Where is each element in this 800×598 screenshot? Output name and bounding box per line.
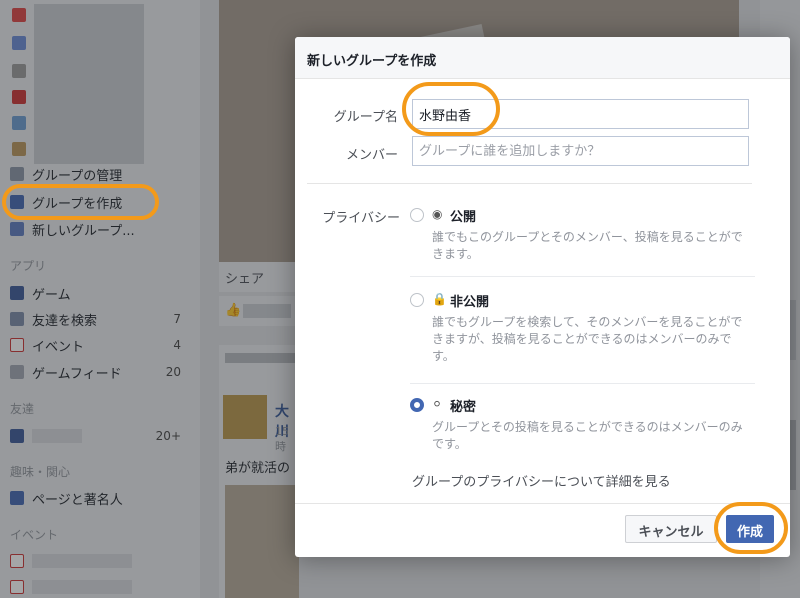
globe-icon: ◉: [432, 207, 443, 221]
privacy-option-desc: グループとその投稿を見ることができるのはメンバーのみです。: [432, 420, 743, 451]
privacy-option-desc: 誰でもこのグループとそのメンバー、投稿を見ることができます。: [432, 230, 743, 261]
dialog-header: 新しいグループを作成: [295, 37, 790, 79]
members-label: メンバー: [345, 148, 398, 163]
option-divider: [410, 383, 755, 384]
privacy-option-title[interactable]: 公開: [450, 206, 476, 225]
privacy-option-desc: 誰でもグループを検索して、そのメンバーを見ることができますが、投稿を見ることがで…: [432, 315, 743, 363]
privacy-radio-public[interactable]: [410, 208, 424, 222]
privacy-radio-secret[interactable]: [410, 398, 424, 412]
create-button[interactable]: 作成: [726, 515, 774, 543]
lock-icon: 🔒: [432, 292, 447, 306]
members-input[interactable]: [412, 136, 749, 166]
privacy-learn-more-link[interactable]: グループのプライバシーについて詳細を見る: [412, 471, 671, 490]
cancel-button[interactable]: キャンセル: [625, 515, 717, 543]
footer-divider: [295, 503, 790, 504]
privacy-option-title[interactable]: 秘密: [450, 396, 476, 415]
divider: [307, 183, 752, 184]
group-name-label: グループ名: [333, 110, 398, 125]
create-group-dialog: 新しいグループを作成 グループ名 メンバー プライバシー ◉ 公開 誰でもこのグ…: [295, 37, 790, 557]
secret-icon: ⚪: [432, 397, 443, 411]
privacy-option-title[interactable]: 非公開: [450, 291, 489, 310]
privacy-radio-closed[interactable]: [410, 293, 424, 307]
option-divider: [410, 276, 755, 277]
dialog-title: 新しいグループを作成: [307, 54, 437, 69]
group-name-input[interactable]: [412, 99, 749, 129]
privacy-label: プライバシー: [322, 211, 400, 226]
